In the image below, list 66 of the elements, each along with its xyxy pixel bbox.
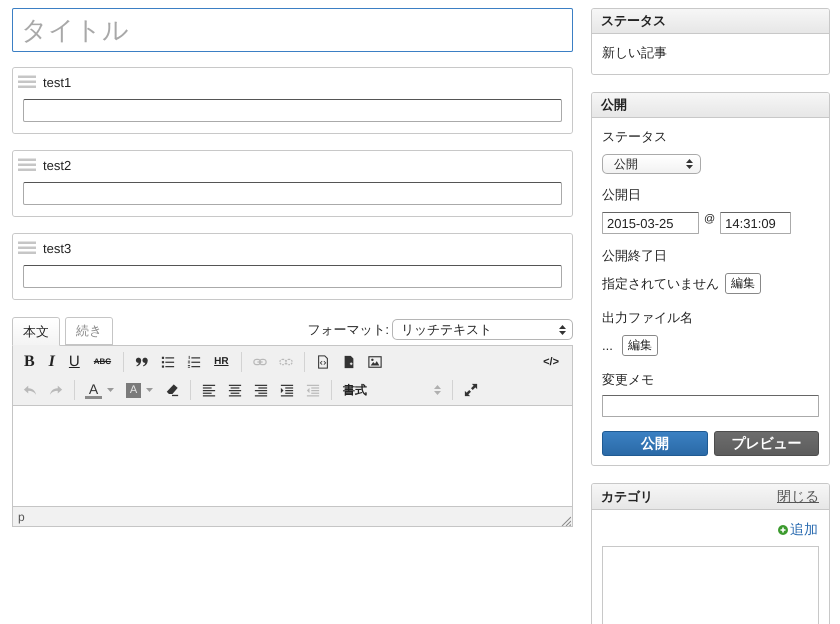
field-label: test1 (43, 74, 72, 90)
add-link[interactable]: 追加 (790, 521, 818, 539)
italic-button[interactable]: I (44, 350, 59, 374)
drag-handle-icon (18, 158, 36, 172)
source-code-button[interactable]: </> (539, 350, 563, 374)
align-left-icon (202, 383, 216, 397)
file-name-value: ... (602, 338, 613, 353)
expand-icon (464, 383, 478, 397)
align-center-icon (228, 383, 242, 397)
field-label: 公開日 (602, 186, 641, 204)
edit-button[interactable]: 編集 (622, 335, 658, 356)
quote-icon (135, 355, 150, 369)
horizontal-rule-button[interactable]: HR (210, 350, 233, 374)
memo-input[interactable] (602, 395, 819, 417)
input-field[interactable] (23, 99, 562, 122)
align-right-icon (254, 383, 268, 397)
format-label: フォーマット: (307, 320, 389, 338)
field-label: ステータス (602, 128, 667, 146)
panel-title: カテゴリ (601, 488, 653, 506)
image-icon (368, 355, 382, 369)
panel-title: ステータス (601, 12, 666, 30)
code-document-icon (316, 355, 330, 369)
panel-title: 公開 (601, 96, 627, 114)
field-label: test3 (43, 240, 72, 256)
preview-button[interactable]: プレビュー (714, 431, 819, 456)
document-plus-icon (342, 355, 356, 369)
bullet-list-icon (161, 355, 176, 369)
numbered-list-icon (187, 355, 202, 369)
field-label: 公開終了日 (602, 247, 667, 265)
block-format-select[interactable]: 書式 (337, 379, 447, 401)
up-down-arrows-icon (559, 324, 566, 334)
up-down-arrows-icon (686, 159, 693, 169)
resize-handle-icon (561, 516, 571, 526)
text-color-button[interactable]: A (85, 381, 102, 399)
plus-circle-icon (778, 525, 788, 535)
status-select[interactable]: 公開 (602, 154, 701, 174)
underline-button[interactable]: U (64, 350, 84, 374)
eraser-icon (165, 383, 179, 397)
editor-tab[interactable]: 本文 (12, 317, 60, 346)
close-link[interactable]: 閉じる (777, 488, 819, 506)
outdent-icon (306, 383, 320, 397)
date-input[interactable]: 2015-03-25 (602, 212, 699, 234)
at-sign: @ (704, 213, 716, 225)
format-select[interactable]: リッチテキスト (392, 319, 573, 340)
time-input[interactable]: 14:31:09 (720, 212, 792, 234)
caret-icon (106, 388, 114, 392)
input-field[interactable] (23, 265, 562, 288)
drag-handle-icon (18, 75, 36, 89)
up-down-arrows-icon (434, 385, 441, 395)
strikethrough-button[interactable]: ABC (90, 350, 116, 374)
edit-button[interactable]: 編集 (725, 273, 761, 294)
redo-icon (49, 383, 63, 397)
caret-icon (146, 388, 152, 392)
field-label: 出力ファイル名 (602, 309, 693, 327)
field-label: 変更メモ (602, 371, 654, 389)
status-text: 新しい記事 (601, 44, 668, 62)
undo-icon (23, 383, 37, 397)
indent-icon (280, 383, 294, 397)
drag-handle-icon (18, 241, 36, 255)
end-date-value: 指定されていません (602, 274, 719, 292)
bold-button[interactable]: B (20, 350, 39, 374)
field-label: test2 (43, 158, 72, 172)
publish-button[interactable]: 公開 (602, 431, 708, 456)
element-path: p (18, 510, 25, 524)
input-field[interactable] (23, 182, 562, 205)
title-input[interactable]: タイトル (12, 8, 573, 52)
